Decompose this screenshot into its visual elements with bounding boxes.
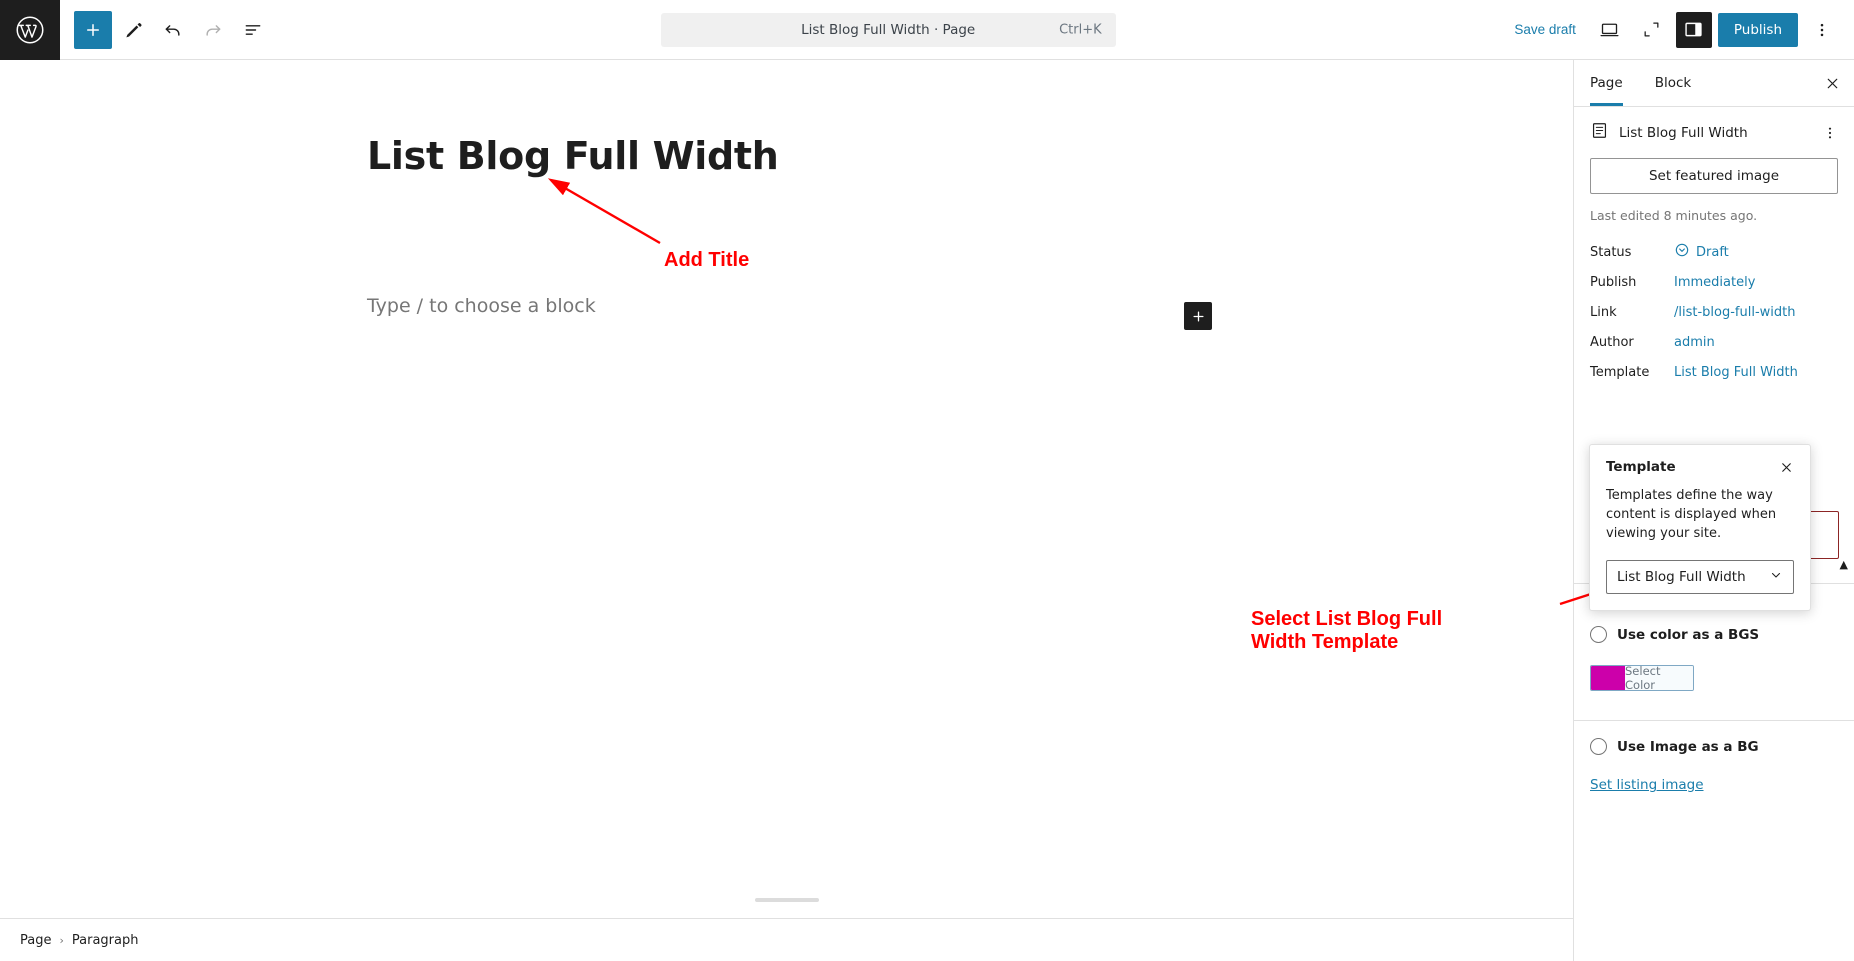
document-header-row: List Blog Full Width — [1590, 121, 1838, 144]
desktop-preview-icon[interactable] — [1592, 12, 1628, 48]
template-select-dropdown[interactable]: List Blog Full Width — [1606, 559, 1794, 594]
background-color-section: Use color as a BGS Select Color — [1590, 626, 1839, 691]
popover-header: Template — [1606, 459, 1794, 475]
status-value-button[interactable]: Draft — [1674, 242, 1729, 262]
document-list-view-button[interactable] — [234, 11, 272, 49]
popover-description: Templates define the way content is disp… — [1606, 488, 1777, 541]
color-swatch — [1591, 666, 1625, 690]
use-image-as-bg-label: Use Image as a BG — [1617, 738, 1759, 755]
meta-value-publish[interactable]: Immediately — [1674, 275, 1755, 290]
tab-block[interactable]: Block — [1639, 60, 1708, 106]
meta-row-template: Template List Blog Full Width — [1590, 357, 1838, 387]
meta-value-template[interactable]: List Blog Full Width — [1674, 365, 1798, 380]
save-draft-button[interactable]: Save draft — [1504, 16, 1586, 43]
use-color-as-bg-radio[interactable] — [1590, 626, 1607, 643]
meta-value-link[interactable]: /list-blog-full-width — [1674, 305, 1796, 320]
annotation-add-title: Add Title — [664, 249, 750, 271]
page-meta-rows: Status Draft Publish Immediately Link /l… — [1574, 233, 1854, 387]
select-color-label: Select Color — [1625, 666, 1693, 690]
meta-label-link: Link — [1590, 304, 1617, 320]
editor-canvas: List Blog Full Width Type / to choose a … — [0, 60, 1573, 918]
breadcrumb-item-paragraph[interactable]: Paragraph — [72, 933, 139, 948]
meta-label-publish: Publish — [1590, 274, 1637, 290]
meta-value-status: Draft — [1696, 244, 1729, 260]
canvas-resize-grip[interactable] — [754, 898, 819, 902]
page-summary-panel: List Blog Full Width Set featured image … — [1574, 107, 1854, 233]
use-color-as-bg-row[interactable]: Use color as a BGS — [1590, 626, 1839, 643]
meta-row-link: Link /list-blog-full-width — [1590, 297, 1838, 327]
expand-arrows-icon[interactable] — [1634, 12, 1670, 48]
meta-row-status: Status Draft — [1590, 237, 1838, 267]
chevron-up-icon[interactable]: ▲ — [1840, 558, 1848, 571]
last-edited-label: Last edited 8 minutes ago. — [1590, 208, 1758, 223]
meta-value-author[interactable]: admin — [1674, 335, 1715, 350]
chevron-down-icon — [1769, 567, 1783, 586]
command-center-bar[interactable]: List Blog Full Width · Page Ctrl+K — [660, 12, 1116, 47]
template-popover: Template Templates define the way conten… — [1589, 444, 1811, 611]
close-sidebar-icon[interactable] — [1810, 60, 1854, 106]
breadcrumb-separator-icon: › — [59, 933, 64, 947]
wordpress-block-editor: List Blog Full Width · Page Ctrl+K Save … — [0, 0, 1854, 961]
breadcrumb-item-page[interactable]: Page — [20, 933, 51, 948]
document-name-label: List Blog Full Width — [1619, 124, 1748, 141]
use-image-as-bg-row[interactable]: Use Image as a BG — [1590, 738, 1839, 755]
set-featured-image-button[interactable]: Set featured image — [1590, 158, 1838, 194]
meta-label-template: Template — [1590, 364, 1650, 380]
page-document-icon — [1590, 121, 1609, 144]
settings-sidebar-icon[interactable] — [1675, 11, 1712, 48]
post-title-field[interactable]: List Blog Full Width — [367, 134, 779, 178]
select-color-button[interactable]: Select Color — [1590, 665, 1694, 691]
annotation-select-template-line2: Width Template — [1251, 631, 1399, 653]
template-selected-value: List Blog Full Width — [1617, 568, 1746, 585]
toolbar-left-group — [60, 10, 272, 49]
annotation-select-template-line1: Select List Blog Full — [1251, 608, 1443, 630]
document-title-label: List Blog Full Width · Page — [801, 21, 976, 38]
popover-title: Template — [1606, 459, 1676, 475]
tab-page[interactable]: Page — [1574, 60, 1639, 106]
meta-row-publish: Publish Immediately — [1590, 267, 1838, 297]
use-image-as-bg-radio[interactable] — [1590, 738, 1607, 755]
paragraph-block-placeholder[interactable]: Type / to choose a block — [367, 295, 596, 317]
background-image-section: Use Image as a BG Set listing image — [1590, 738, 1839, 793]
publish-button[interactable]: Publish — [1717, 12, 1798, 47]
add-block-button[interactable] — [74, 10, 112, 49]
annotation-select-template: Select List Blog Full Width Template — [1251, 608, 1501, 654]
toolbar-center-group: List Blog Full Width · Page Ctrl+K — [272, 12, 1504, 47]
editor-toolbar: List Blog Full Width · Page Ctrl+K Save … — [0, 0, 1854, 60]
editor-status-bar: Page › Paragraph — [0, 918, 1573, 961]
edit-tools-button[interactable] — [114, 11, 152, 49]
set-listing-image-link[interactable]: Set listing image — [1590, 777, 1704, 793]
sidebar-tabs: Page Block — [1574, 60, 1854, 107]
kebab-menu-icon[interactable] — [1804, 12, 1840, 48]
meta-label-status: Status — [1590, 244, 1632, 260]
use-color-as-bg-label: Use color as a BGS — [1617, 626, 1760, 643]
meta-row-author: Author admin — [1590, 327, 1838, 357]
sidebar-divider — [1574, 720, 1854, 721]
wordpress-logo-icon[interactable] — [0, 0, 60, 60]
meta-label-author: Author — [1590, 334, 1634, 350]
popover-close-icon[interactable] — [1779, 460, 1794, 475]
document-actions-kebab-icon[interactable] — [1822, 125, 1838, 141]
command-shortcut-label: Ctrl+K — [1059, 22, 1102, 37]
undo-button[interactable] — [154, 11, 192, 49]
redo-button[interactable] — [194, 11, 232, 49]
block-inserter-button[interactable] — [1184, 302, 1212, 330]
draft-status-icon — [1674, 242, 1690, 262]
toolbar-right-group: Save draft Publish — [1504, 11, 1854, 48]
